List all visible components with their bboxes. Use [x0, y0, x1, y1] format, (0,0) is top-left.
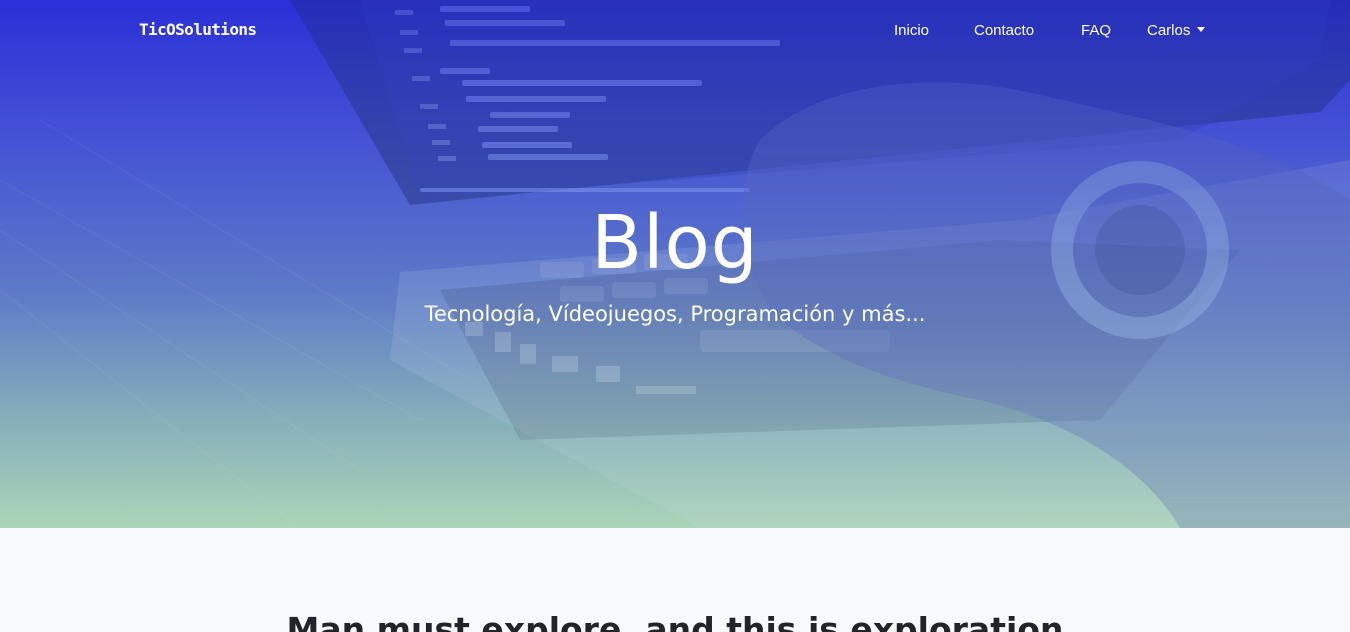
brand-logo[interactable]: TicOSolutions	[139, 20, 257, 39]
nav-link-faq[interactable]: FAQ	[1081, 22, 1111, 39]
hero-header: TicOSolutions Inicio Contacto FAQ Carlos…	[0, 0, 1350, 528]
page-subtitle: Tecnología, Vídeojuegos, Programación y …	[424, 302, 926, 326]
nav-link-contacto[interactable]: Contacto	[974, 22, 1034, 39]
main-content: Man must explore, and this is exploratio…	[0, 528, 1350, 632]
user-dropdown[interactable]: Carlos	[1147, 22, 1206, 39]
caret-down-icon	[1197, 27, 1206, 32]
nav-link-inicio[interactable]: Inicio	[894, 22, 929, 39]
top-navbar: TicOSolutions Inicio Contacto FAQ Carlos	[0, 0, 1350, 62]
page-title: Blog	[591, 200, 759, 286]
user-dropdown-label: Carlos	[1147, 22, 1191, 39]
section-heading: Man must explore, and this is exploratio…	[286, 610, 1064, 632]
